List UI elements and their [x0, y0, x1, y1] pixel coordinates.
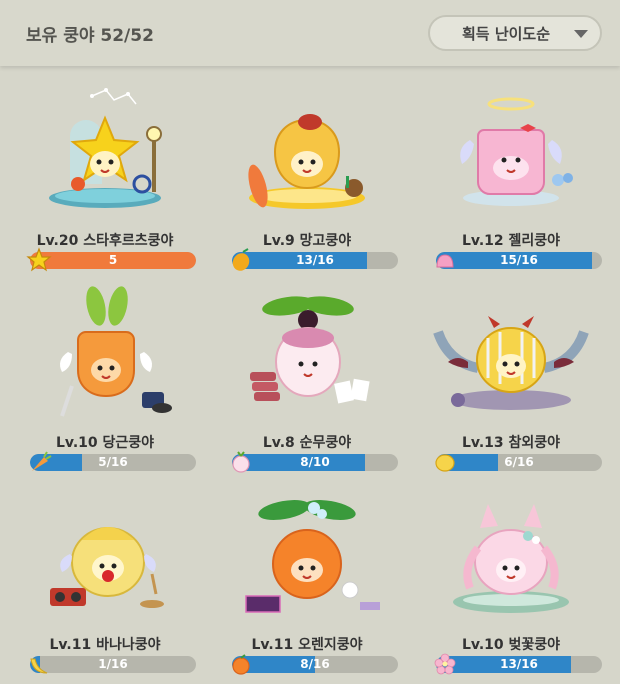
orange-character-icon [245, 500, 380, 613]
character-card[interactable]: Lv.10 벚꽃쿵야 13/16 [408, 484, 614, 684]
progress-text: 15/16 [500, 253, 538, 267]
orange-icon [232, 654, 250, 675]
progress-bar: 8/16 [232, 656, 398, 673]
character-card[interactable]: Lv.20 스타후르츠쿵야 5 [2, 80, 208, 280]
korean-melon-icon [435, 454, 455, 472]
star-fruit-icon [26, 247, 52, 272]
character-card[interactable]: Lv.9 망고쿵야 13/16 [204, 80, 410, 280]
turnip-icon [232, 451, 250, 473]
turnip-character-icon [250, 296, 370, 404]
progress-text: 5 [108, 253, 118, 267]
cherry-blossom-icon [434, 653, 456, 675]
progress-text: 13/16 [296, 253, 334, 267]
carrot-icon [32, 451, 52, 471]
progress-text: 8/10 [300, 455, 330, 469]
progress-bar: 15/16 [436, 252, 602, 269]
top-header: 보유 쿵야 52/52 획득 난이도순 [0, 0, 620, 66]
carrot-character-icon [60, 286, 172, 417]
cherry-blossom-character-icon [453, 504, 569, 613]
jelly-character-icon [460, 97, 573, 206]
mango-icon [232, 248, 250, 271]
character-card[interactable]: Lv.11 바나나쿵야 1/16 [2, 484, 208, 684]
character-card[interactable]: Lv.8 순무쿵야 8/10 [204, 282, 410, 482]
progress-bar: 8/10 [232, 454, 398, 471]
banana-character-icon [50, 527, 164, 608]
character-card[interactable]: Lv.13 참외쿵야 6/16 [408, 282, 614, 482]
progress-bar: 13/16 [232, 252, 398, 269]
progress-bar: 5 [30, 252, 196, 269]
mango-character-icon [248, 114, 365, 209]
character-card[interactable]: Lv.11 오렌지쿵야 8/16 [204, 484, 410, 684]
progress-text: 6/16 [504, 455, 534, 469]
star-fruit-character-icon [49, 88, 162, 208]
progress-text: 1/16 [98, 657, 128, 671]
progress-bar: 1/16 [30, 656, 196, 673]
progress-bar: 5/16 [30, 454, 196, 471]
sort-dropdown[interactable]: 획득 난이도순 [428, 15, 602, 51]
character-card[interactable]: Lv.12 젤리쿵야 15/16 [408, 80, 614, 280]
progress-bar: 6/16 [436, 454, 602, 471]
jelly-icon [436, 254, 454, 268]
sort-label: 획득 난이도순 [462, 24, 551, 43]
progress-text: 5/16 [98, 455, 128, 469]
progress-bar: 13/16 [436, 656, 602, 673]
banana-icon [30, 658, 48, 674]
korean-melon-character-icon [433, 316, 589, 410]
progress-text: 13/16 [500, 657, 538, 671]
character-card[interactable]: Lv.10 당근쿵야 5/16 [2, 282, 208, 482]
triangle-down-icon [574, 30, 588, 38]
character-grid: Lv.20 스타후르츠쿵야 5 Lv.9 망고쿵야 13/16 Lv.12 젤리… [0, 66, 620, 676]
owned-count-label: 보유 쿵야 52/52 [26, 26, 154, 46]
progress-text: 8/16 [300, 657, 330, 671]
